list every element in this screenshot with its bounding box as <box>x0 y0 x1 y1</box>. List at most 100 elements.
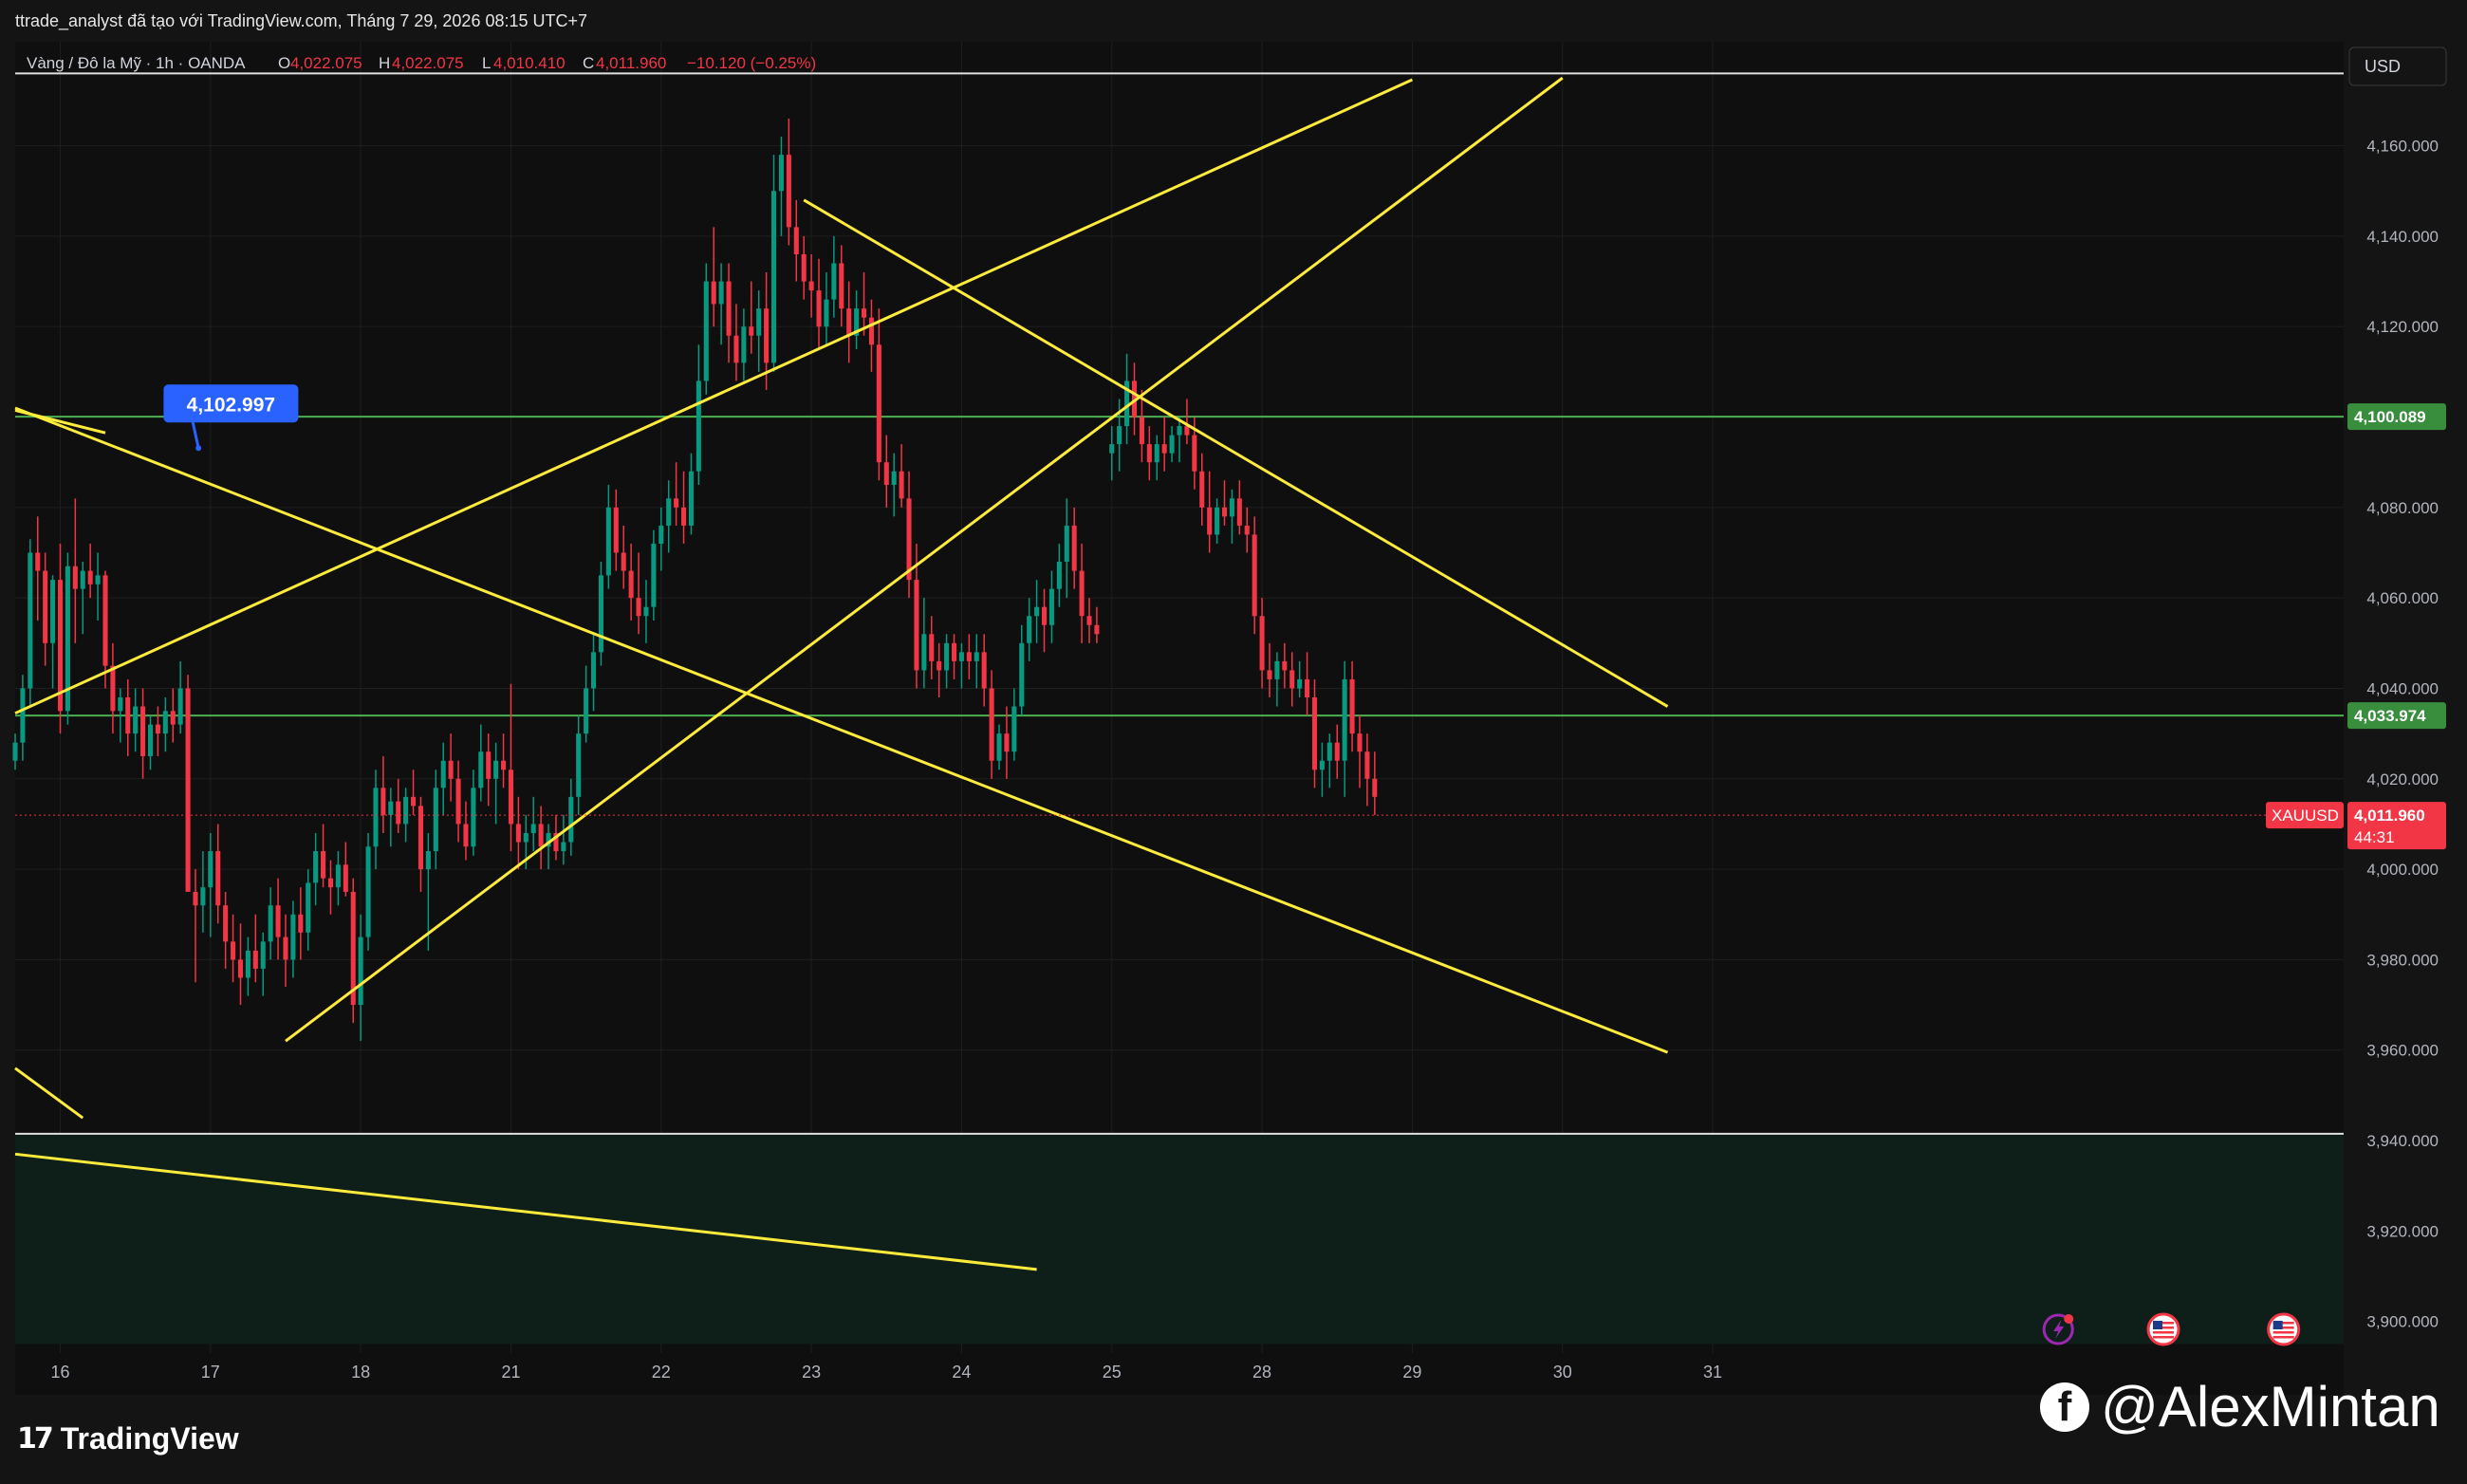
price-tick-label: 4,160.000 <box>2366 138 2439 156</box>
candle-body <box>1041 606 1048 625</box>
event-alert-dot <box>2064 1314 2074 1324</box>
time-tick-label: 28 <box>1252 1363 1271 1382</box>
candle-body <box>613 507 619 553</box>
candle-body <box>981 652 987 689</box>
legend-c-label: C <box>583 54 594 72</box>
candle-body <box>252 950 258 969</box>
candle-body <box>899 471 904 499</box>
candle-body <box>471 788 476 847</box>
candle-body <box>215 851 221 906</box>
bar-countdown: 44:31 <box>2354 828 2395 846</box>
legend-o-value: 4,022.075 <box>290 54 362 72</box>
candle-body <box>200 887 206 906</box>
candle-body <box>786 155 791 228</box>
candle-body <box>306 882 311 933</box>
candle-body <box>515 824 521 843</box>
candle-body <box>28 552 33 689</box>
candle-body <box>1169 435 1175 454</box>
candle-body <box>703 281 709 381</box>
candle-body <box>1154 444 1159 463</box>
candle-body <box>110 665 116 712</box>
candle-body <box>778 155 784 192</box>
price-tick-label: 4,140.000 <box>2366 228 2439 246</box>
legend-l-label: L <box>482 54 491 72</box>
candle-body <box>658 525 664 544</box>
time-tick-label: 21 <box>501 1363 520 1382</box>
candle-body <box>1297 678 1303 689</box>
time-tick-label: 30 <box>1553 1363 1572 1382</box>
price-tick-label: 4,120.000 <box>2366 318 2439 336</box>
currency-button[interactable]: USD <box>2348 46 2447 86</box>
candle-body <box>133 706 139 734</box>
candle-body <box>1071 525 1077 571</box>
candle-body <box>1357 733 1363 752</box>
candle-body <box>177 688 183 725</box>
candle-body <box>1207 507 1213 535</box>
tradingview-wordmark: TradingView <box>60 1420 239 1456</box>
candle-body <box>1252 534 1257 617</box>
flag-stripe <box>2272 1336 2294 1339</box>
candle-body <box>1146 444 1152 463</box>
candle-body <box>1027 616 1032 643</box>
candle-body <box>846 308 852 336</box>
candle-body <box>193 891 198 906</box>
candle-body <box>876 344 881 463</box>
time-tick-label: 23 <box>802 1363 821 1382</box>
candle-body <box>493 760 499 779</box>
price-tick-label: 4,040.000 <box>2366 679 2439 697</box>
candle-body <box>711 281 716 305</box>
candle-body <box>1064 525 1069 563</box>
candle-body <box>1229 498 1234 517</box>
watermark: f @AlexMintan <box>2040 1374 2440 1439</box>
flag-canton <box>2153 1321 2163 1329</box>
candle-body <box>1215 507 1220 535</box>
candle-body <box>1019 642 1025 707</box>
candle-body <box>298 914 304 933</box>
time-tick-label: 22 <box>652 1363 671 1382</box>
candle-body <box>891 471 897 486</box>
candle-body <box>816 290 822 327</box>
candle-body <box>50 580 56 643</box>
legend-l-value: 4,010.410 <box>493 54 566 72</box>
legend-symbol: Vàng / Đô la Mỹ · 1h · OANDA <box>27 54 246 72</box>
candle-body <box>162 711 168 734</box>
candle-body <box>696 380 701 472</box>
candle-body <box>808 281 814 291</box>
candle-body <box>448 760 454 779</box>
candle-body <box>463 824 469 847</box>
candle-body <box>1056 562 1062 589</box>
candle-body <box>770 191 777 363</box>
candle-body <box>906 498 912 581</box>
watermark-handle: @AlexMintan <box>2101 1375 2440 1438</box>
candle-body <box>1109 444 1115 454</box>
time-tick-label: 29 <box>1402 1363 1421 1382</box>
candle-body <box>831 263 837 300</box>
candle-body <box>290 914 296 960</box>
candle-body <box>237 959 244 978</box>
candle-body <box>380 788 386 815</box>
level-badge-lower: 4,033.974 <box>2347 702 2446 730</box>
candle-body <box>681 507 687 526</box>
flag-stripe <box>2153 1331 2175 1334</box>
candle-body <box>1094 624 1100 635</box>
flag-stripe <box>2153 1336 2175 1339</box>
legend-change: −10.120 (−0.25%) <box>687 54 816 72</box>
symbol-tag-label: XAUUSD <box>2272 807 2339 825</box>
candle-body <box>1034 606 1040 617</box>
price-tick-label: 3,980.000 <box>2366 951 2439 969</box>
candle-body <box>1259 616 1265 671</box>
time-tick-label: 25 <box>1103 1363 1122 1382</box>
candle-body <box>839 263 844 309</box>
candle-body <box>1244 525 1250 535</box>
candle-body <box>501 760 507 770</box>
callout-anchor-dot <box>195 445 202 452</box>
candle-body <box>974 652 979 661</box>
callout-value: 4,102.997 <box>187 394 275 416</box>
tradingview-logo[interactable]: 17 TradingView <box>17 1419 239 1457</box>
candle-body <box>598 575 603 653</box>
candle-body <box>373 788 379 847</box>
facebook-icon: f <box>2040 1382 2089 1432</box>
price-chart[interactable]: Vàng / Đô la Mỹ · 1h · OANDA O 4,022.075… <box>0 0 2467 1484</box>
price-tick-label: 3,940.000 <box>2366 1132 2439 1150</box>
candle-body <box>584 688 589 734</box>
